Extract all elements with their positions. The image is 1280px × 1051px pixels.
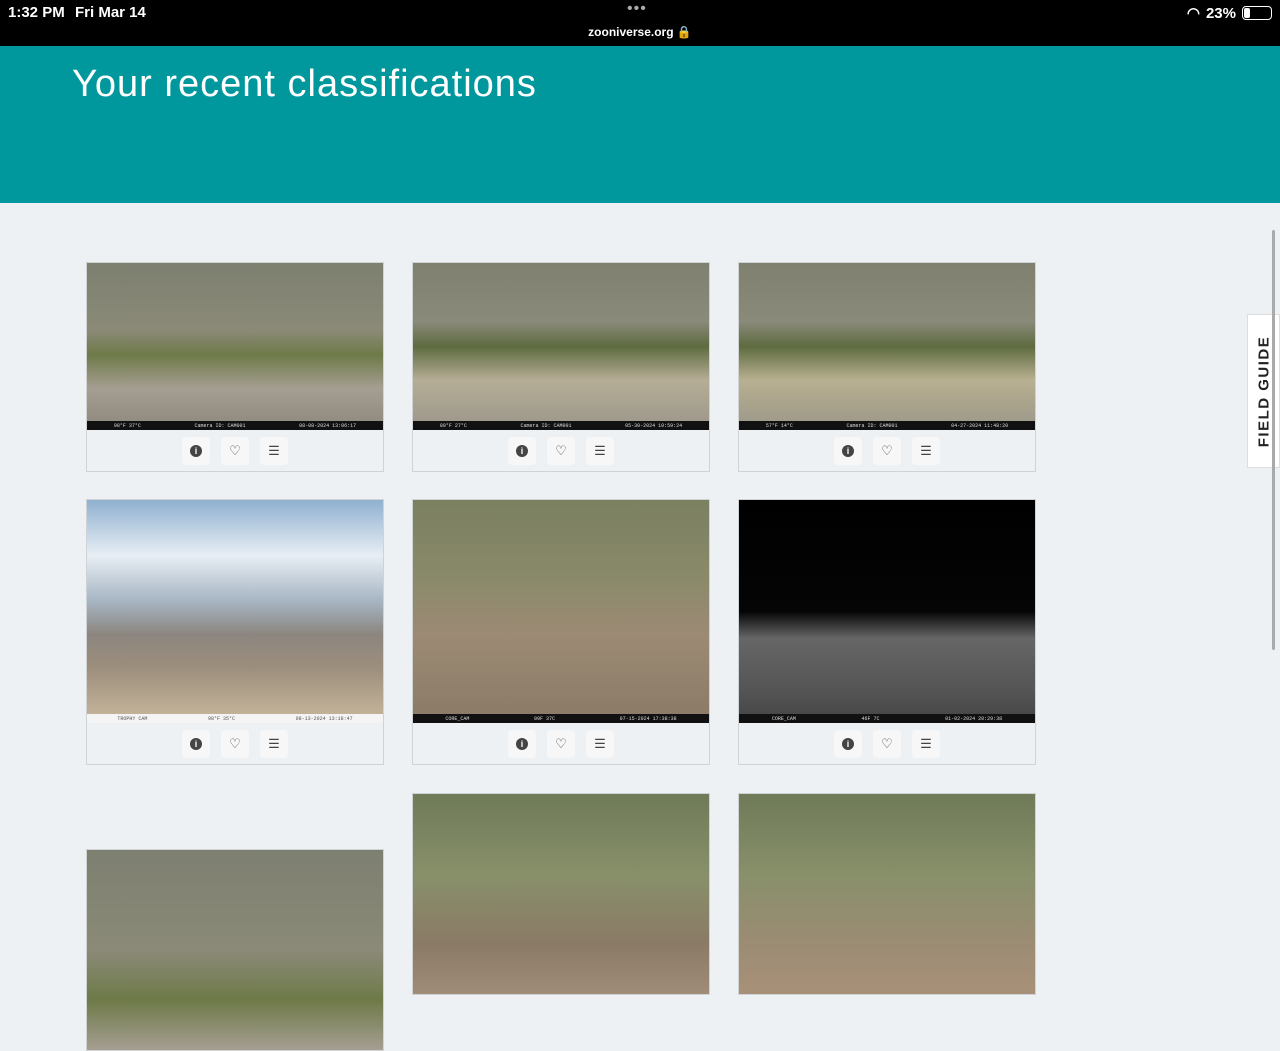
card-actions: i ♡ ☰: [87, 430, 383, 471]
battery-indicator: ◠ 23%: [1187, 4, 1272, 22]
subject-image[interactable]: 98°F 37°C Camera ID: CAM001 08-08-2024 13:…: [87, 263, 383, 430]
card-actions: i ♡ ☰: [739, 430, 1035, 471]
heart-icon: ♡: [229, 442, 241, 458]
wifi-icon: ◠: [1186, 5, 1200, 22]
battery-icon: [1242, 6, 1272, 20]
caption-text: TROPHY CAM: [117, 715, 148, 722]
classification-card[interactable]: TROPHY CAM 98°F 35°C 08-13-2024 13:18:47 i ♡…: [86, 499, 384, 765]
collect-button[interactable]: ☰: [912, 436, 940, 465]
field-guide-tab[interactable]: FIELD GUIDE: [1247, 314, 1280, 468]
subject-image[interactable]: CORE_CAM 46F 7C 01-02-2024 20:29:38: [739, 500, 1035, 723]
info-icon: i: [842, 444, 854, 457]
caption-text: 08-08-2024 13:06:17: [299, 422, 357, 429]
info-button[interactable]: i: [182, 436, 210, 465]
camera-caption: 80°F 27°C Camera ID: CAM001 05-30-2024 10:…: [413, 421, 709, 430]
heart-icon: ♡: [555, 442, 567, 458]
collect-button[interactable]: ☰: [586, 729, 614, 758]
list-icon: ☰: [920, 442, 932, 458]
camera-caption: 57°F 14°C Camera ID: CAM001 04-27-2024 11:…: [739, 421, 1035, 430]
caption-text: 80°F 27°C: [439, 422, 467, 429]
info-icon: i: [190, 737, 202, 750]
favorite-button[interactable]: ♡: [221, 729, 249, 758]
subject-image[interactable]: 57°F 14°C Camera ID: CAM001 04-27-2024 11:…: [739, 263, 1035, 430]
heart-icon: ♡: [229, 735, 241, 751]
caption-text: CORE_CAM: [771, 715, 796, 722]
ios-status-bar: 1:32 PM Fri Mar 14 ••• zooniverse.org 🔒 …: [0, 0, 1280, 46]
favorite-button[interactable]: ♡: [873, 729, 901, 758]
list-icon: ☰: [594, 442, 606, 458]
info-button[interactable]: i: [508, 729, 536, 758]
info-icon: i: [516, 444, 528, 457]
caption-text: 57°F 14°C: [765, 422, 793, 429]
classification-card[interactable]: [412, 793, 710, 995]
card-actions: i ♡ ☰: [413, 723, 709, 764]
classification-card[interactable]: 80°F 27°C Camera ID: CAM001 05-30-2024 10:…: [412, 262, 710, 472]
page-banner: Your recent classifications: [0, 46, 1280, 203]
collect-button[interactable]: ☰: [912, 729, 940, 758]
list-icon: ☰: [268, 735, 280, 751]
subject-image[interactable]: TROPHY CAM 98°F 35°C 08-13-2024 13:18:47: [87, 500, 383, 723]
heart-icon: ♡: [881, 735, 893, 751]
list-icon: ☰: [920, 735, 932, 751]
subject-image[interactable]: [87, 850, 383, 1050]
classification-card[interactable]: [86, 849, 384, 1051]
caption-text: 46F 7C: [861, 715, 880, 722]
caption-text: 05-30-2024 10:59:24: [625, 422, 683, 429]
caption-text: 07-15-2024 17:38:38: [619, 715, 677, 722]
info-button[interactable]: i: [508, 436, 536, 465]
status-date: Fri Mar 14: [75, 4, 146, 21]
subject-image[interactable]: CORE_CAM 99F 37C 07-15-2024 17:38:38: [413, 500, 709, 723]
battery-percent: 23%: [1205, 4, 1236, 22]
caption-text: 98°F 35°C: [207, 715, 235, 722]
caption-text: 98°F 37°C: [113, 422, 141, 429]
info-icon: i: [516, 737, 528, 750]
collect-button[interactable]: ☰: [260, 729, 288, 758]
favorite-button[interactable]: ♡: [547, 729, 575, 758]
info-button[interactable]: i: [834, 436, 862, 465]
caption-text: 08-13-2024 13:18:47: [295, 715, 353, 722]
field-guide-label: FIELD GUIDE: [1255, 335, 1273, 447]
card-actions: i ♡ ☰: [413, 430, 709, 471]
classification-card[interactable]: [738, 793, 1036, 995]
page-title: Your recent classifications: [72, 63, 537, 105]
subject-image[interactable]: [413, 794, 709, 994]
heart-icon: ♡: [881, 442, 893, 458]
list-icon: ☰: [268, 442, 280, 458]
info-icon: i: [190, 444, 202, 457]
status-time: 1:32 PM: [8, 4, 65, 21]
info-icon: i: [842, 737, 854, 750]
collect-button[interactable]: ☰: [586, 436, 614, 465]
camera-caption: CORE_CAM 46F 7C 01-02-2024 20:29:38: [739, 714, 1035, 723]
list-icon: ☰: [594, 735, 606, 751]
caption-text: Camera ID: CAM001: [194, 422, 246, 429]
classification-card[interactable]: 98°F 37°C Camera ID: CAM001 08-08-2024 13:…: [86, 262, 384, 472]
caption-text: CORE_CAM: [445, 715, 470, 722]
classification-card[interactable]: CORE_CAM 99F 37C 07-15-2024 17:38:38 i ♡ ☰: [412, 499, 710, 765]
camera-caption: TROPHY CAM 98°F 35°C 08-13-2024 13:18:47: [87, 714, 383, 723]
caption-text: 01-02-2024 20:29:38: [945, 715, 1003, 722]
classification-card[interactable]: 57°F 14°C Camera ID: CAM001 04-27-2024 11:…: [738, 262, 1036, 472]
caption-text: Camera ID: CAM001: [846, 422, 898, 429]
heart-icon: ♡: [555, 735, 567, 751]
subject-image[interactable]: 80°F 27°C Camera ID: CAM001 05-30-2024 10:…: [413, 263, 709, 430]
scrollbar[interactable]: [1272, 230, 1275, 650]
subject-image[interactable]: [739, 794, 1035, 994]
info-button[interactable]: i: [182, 729, 210, 758]
caption-text: Camera ID: CAM001: [520, 422, 572, 429]
favorite-button[interactable]: ♡: [873, 436, 901, 465]
camera-caption: 98°F 37°C Camera ID: CAM001 08-08-2024 13:…: [87, 421, 383, 430]
caption-text: 99F 37C: [533, 715, 555, 722]
favorite-button[interactable]: ♡: [221, 436, 249, 465]
favorite-button[interactable]: ♡: [547, 436, 575, 465]
multitasking-dots-icon[interactable]: •••: [627, 0, 647, 18]
collect-button[interactable]: ☰: [260, 436, 288, 465]
classification-card[interactable]: CORE_CAM 46F 7C 01-02-2024 20:29:38 i ♡ ☰: [738, 499, 1036, 765]
card-actions: i ♡ ☰: [87, 723, 383, 764]
camera-caption: CORE_CAM 99F 37C 07-15-2024 17:38:38: [413, 714, 709, 723]
caption-text: 04-27-2024 11:48:20: [951, 422, 1009, 429]
address-bar[interactable]: zooniverse.org 🔒: [0, 25, 1280, 39]
card-actions: i ♡ ☰: [739, 723, 1035, 764]
info-button[interactable]: i: [834, 729, 862, 758]
